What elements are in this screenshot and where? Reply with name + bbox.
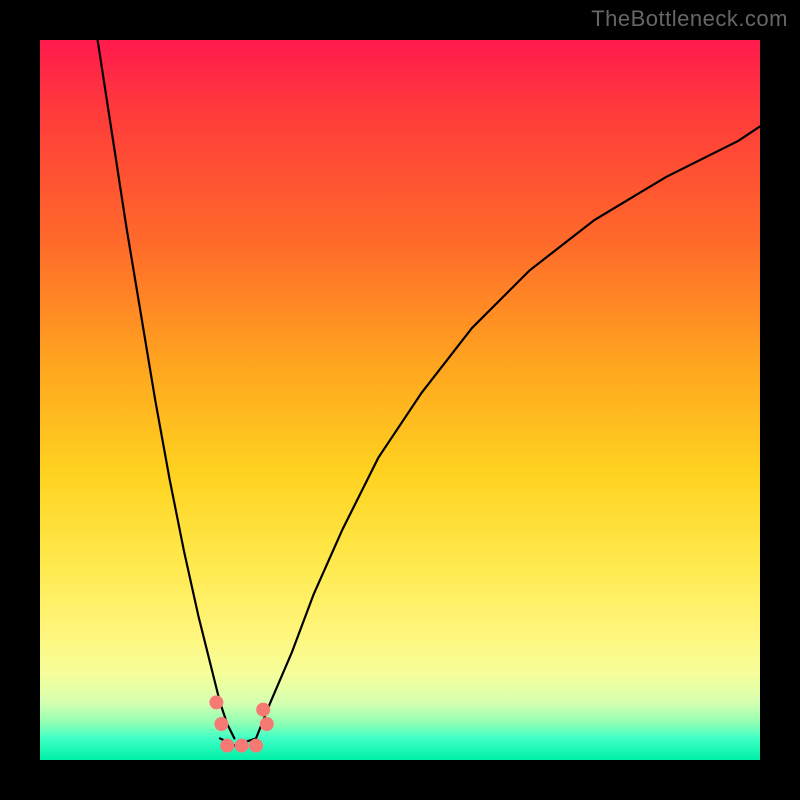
series-right-curve xyxy=(256,126,760,738)
marker-4 xyxy=(220,739,234,753)
marker-group xyxy=(209,695,273,752)
marker-5 xyxy=(235,739,249,753)
marker-6 xyxy=(249,739,263,753)
watermark-text: TheBottleneck.com xyxy=(591,6,788,32)
curve-layer xyxy=(40,40,760,760)
marker-0 xyxy=(209,695,223,709)
marker-2 xyxy=(256,703,270,717)
series-left-curve xyxy=(98,40,235,738)
chart-frame: TheBottleneck.com xyxy=(0,0,800,800)
marker-3 xyxy=(260,717,274,731)
plot-area xyxy=(40,40,760,760)
marker-1 xyxy=(214,717,228,731)
curve-group xyxy=(98,40,760,746)
